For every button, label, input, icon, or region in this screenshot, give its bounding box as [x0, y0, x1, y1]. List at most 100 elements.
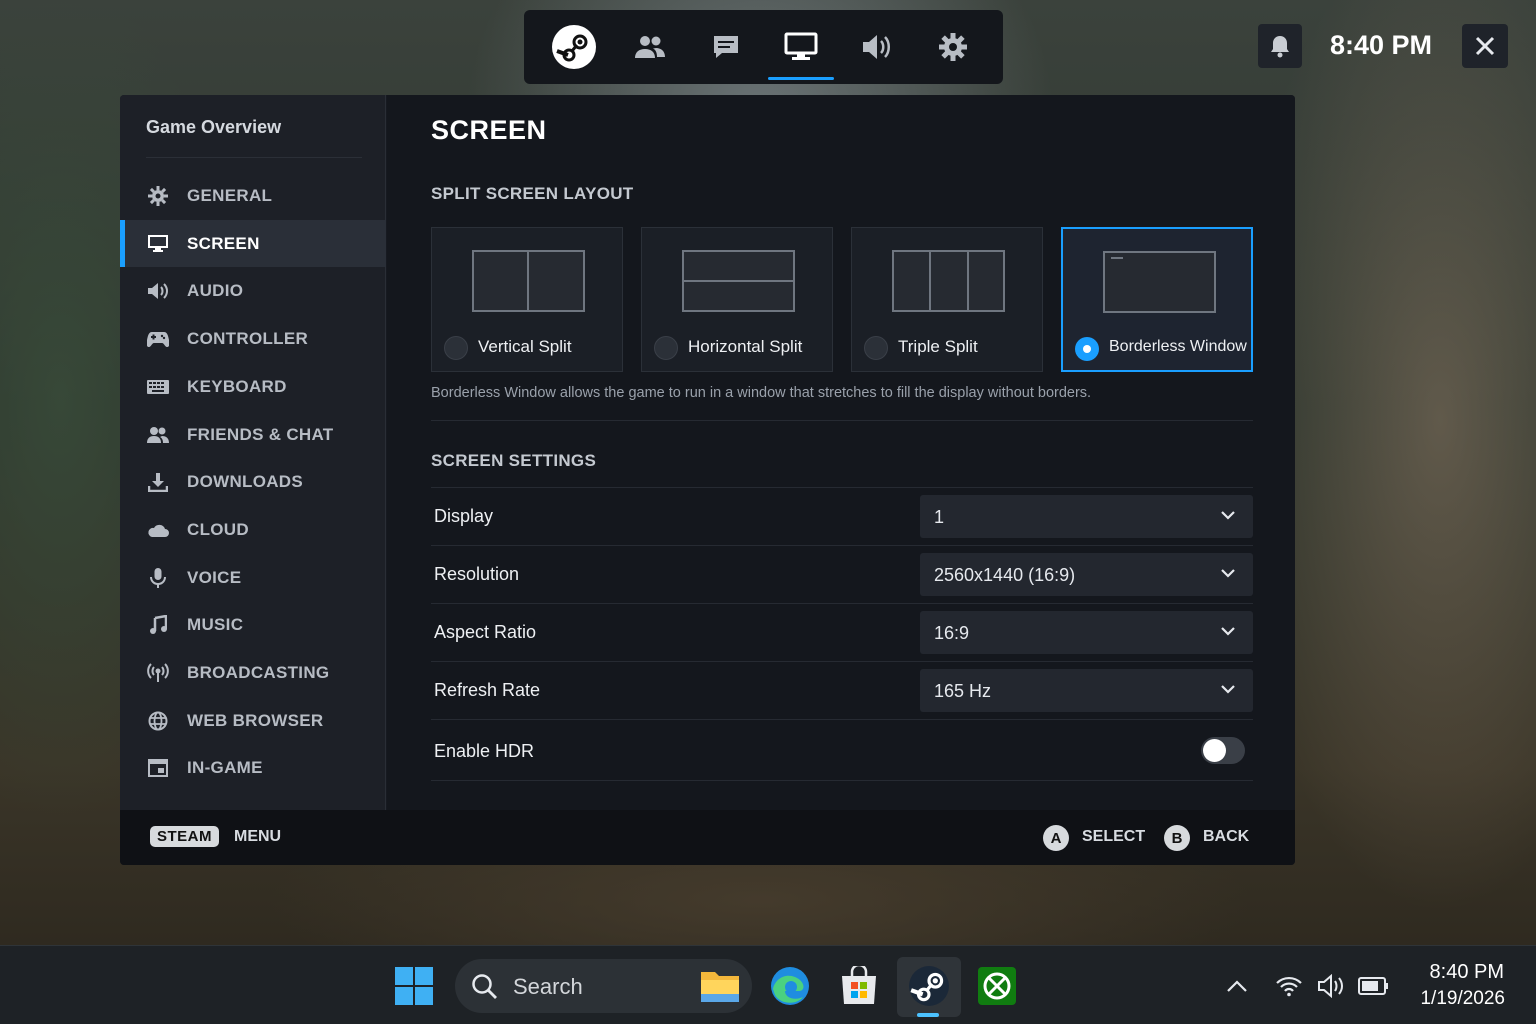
- music-note-icon: [146, 614, 170, 635]
- layout-option-vertical-split[interactable]: Vertical Split: [431, 227, 623, 372]
- setting-row-refresh-rate: Refresh Rate 165 Hz: [431, 661, 1253, 719]
- display-button[interactable]: [768, 10, 835, 84]
- setting-row-hdr: Enable HDR: [431, 719, 1253, 781]
- settings-button[interactable]: [920, 10, 986, 84]
- overlay-clock: 8:40 PM: [1330, 30, 1433, 60]
- close-icon: [1475, 36, 1495, 56]
- sidebar-item-web-browser[interactable]: WEB BROWSER: [120, 697, 386, 744]
- friends-icon: [634, 36, 665, 58]
- bell-icon: [1271, 36, 1289, 58]
- system-time[interactable]: 8:40 PM: [1422, 961, 1504, 984]
- sidebar-item-cloud[interactable]: CLOUD: [120, 506, 386, 553]
- sidebar-item-label: KEYBOARD: [187, 376, 287, 396]
- friends-button[interactable]: [617, 10, 683, 84]
- edge-browser-button[interactable]: [767, 963, 813, 1009]
- horizontal-split-preview: [682, 250, 795, 312]
- friends-icon: [146, 425, 170, 445]
- sidebar-item-label: VOICE: [187, 567, 242, 587]
- layout-option-horizontal-split[interactable]: Horizontal Split: [641, 227, 833, 372]
- refresh-rate-dropdown[interactable]: 165 Hz: [920, 669, 1253, 712]
- radio-button[interactable]: [864, 336, 888, 360]
- speaker-icon: [146, 281, 170, 301]
- windows-logo-icon: [395, 967, 433, 1005]
- setting-label: Enable HDR: [434, 741, 535, 761]
- notifications-button[interactable]: [1258, 24, 1302, 68]
- store-icon: [842, 966, 876, 1004]
- borderless-window-preview: [1103, 251, 1216, 313]
- aspect-ratio-dropdown[interactable]: 16:9: [920, 611, 1253, 654]
- system-date[interactable]: 1/19/2026: [1408, 988, 1505, 1010]
- sidebar-item-label: MUSIC: [187, 614, 244, 634]
- dropdown-value: 165 Hz: [934, 681, 992, 701]
- sidebar-item-label: CLOUD: [187, 519, 249, 539]
- file-explorer-button[interactable]: [697, 963, 743, 1009]
- a-button-icon: A: [1043, 825, 1069, 851]
- sidebar-item-label: GENERAL: [187, 185, 273, 205]
- sidebar-item-label: FRIENDS & CHAT: [187, 424, 334, 444]
- active-app-indicator: [917, 1013, 939, 1017]
- sidebar-item-downloads[interactable]: DOWNLOADS: [120, 458, 386, 505]
- sidebar-item-music[interactable]: MUSIC: [120, 601, 386, 648]
- steam-taskbar-button[interactable]: [906, 963, 952, 1009]
- wifi-status[interactable]: [1266, 963, 1312, 1009]
- radio-button-selected[interactable]: [1075, 337, 1099, 361]
- search-placeholder: Search: [513, 974, 583, 999]
- back-hint-label: BACK: [1203, 828, 1250, 845]
- keyboard-icon: [146, 377, 170, 397]
- controller-hints-footer: STEAM MENU A SELECT B BACK: [120, 810, 1295, 865]
- gear-icon: [146, 185, 170, 206]
- settings-icon: [939, 33, 968, 61]
- layout-label: Borderless Window: [1109, 338, 1247, 355]
- layout-label: Horizontal Split: [688, 337, 803, 356]
- display-dropdown[interactable]: 1: [920, 495, 1253, 538]
- hdr-toggle[interactable]: [1201, 737, 1245, 764]
- sidebar-item-broadcasting[interactable]: BROADCASTING: [120, 649, 386, 696]
- sidebar-item-screen[interactable]: SCREEN: [120, 220, 386, 267]
- show-hidden-icons-button[interactable]: [1214, 963, 1260, 1009]
- start-button[interactable]: [391, 963, 437, 1009]
- steam-icon: [551, 25, 596, 69]
- display-icon: [784, 32, 818, 60]
- xbox-icon: [978, 967, 1016, 1005]
- radio-button[interactable]: [654, 336, 678, 360]
- chat-button[interactable]: [693, 10, 759, 84]
- screen-settings-content: SCREEN SPLIT SCREEN LAYOUT Vertical Spli…: [387, 95, 1295, 810]
- xbox-button[interactable]: [974, 963, 1020, 1009]
- sidebar-item-general[interactable]: GENERAL: [120, 172, 386, 219]
- chevron-down-icon: [1221, 511, 1235, 520]
- sidebar-item-keyboard[interactable]: KEYBOARD: [120, 363, 386, 410]
- sidebar-item-label: AUDIO: [187, 280, 244, 300]
- close-button[interactable]: [1462, 24, 1508, 68]
- sidebar-item-label: CONTROLLER: [187, 328, 309, 348]
- setting-label: Aspect Ratio: [434, 622, 537, 642]
- battery-status[interactable]: [1351, 963, 1397, 1009]
- sidebar-item-voice[interactable]: VOICE: [120, 554, 386, 601]
- sidebar-item-friends-chat[interactable]: FRIENDS & CHAT: [120, 411, 386, 458]
- sidebar-title: Game Overview: [146, 117, 282, 137]
- steam-menu-button[interactable]: [541, 10, 607, 84]
- resolution-dropdown[interactable]: 2560x1440 (16:9): [920, 553, 1253, 596]
- edge-icon: [771, 967, 809, 1005]
- volume-status[interactable]: [1308, 963, 1354, 1009]
- sidebar-item-label: SCREEN: [187, 233, 260, 253]
- sidebar-item-audio[interactable]: AUDIO: [120, 267, 386, 314]
- setting-row-resolution: Resolution 2560x1440 (16:9): [431, 545, 1253, 603]
- sidebar-item-in-game[interactable]: IN-GAME: [120, 744, 386, 791]
- microsoft-store-button[interactable]: [836, 963, 882, 1009]
- window-icon: [146, 758, 170, 778]
- microphone-icon: [146, 567, 170, 588]
- divider: [146, 157, 362, 158]
- toggle-knob: [1203, 739, 1226, 762]
- radio-button[interactable]: [444, 336, 468, 360]
- dropdown-value: 1: [934, 507, 945, 527]
- b-button-icon: B: [1164, 825, 1190, 851]
- layout-option-borderless-window[interactable]: Borderless Window: [1061, 227, 1253, 372]
- sidebar-item-controller[interactable]: CONTROLLER: [120, 315, 386, 362]
- layout-option-triple-split[interactable]: Triple Split: [851, 227, 1043, 372]
- sidebar-item-label: BROADCASTING: [187, 662, 330, 682]
- volume-button[interactable]: [844, 10, 910, 84]
- setting-label: Refresh Rate: [434, 680, 541, 700]
- chevron-down-icon: [1221, 685, 1235, 694]
- wifi-icon: [1276, 976, 1302, 997]
- layout-label: Triple Split: [898, 337, 978, 356]
